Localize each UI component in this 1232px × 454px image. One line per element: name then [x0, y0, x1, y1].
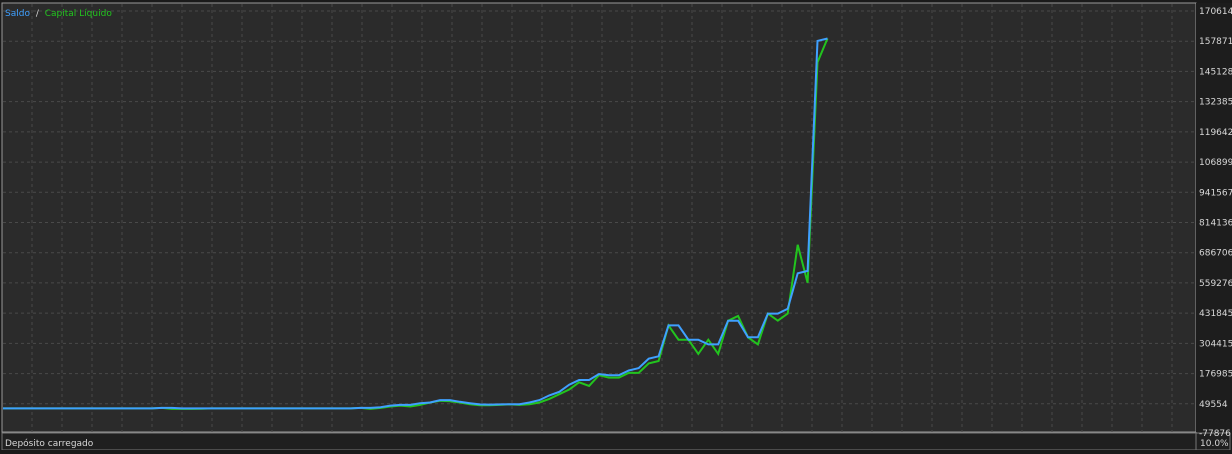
y-tick-label: 814136: [1199, 219, 1232, 229]
y-tick-label: 1196427: [1199, 128, 1232, 138]
legend-capital-liquido: Capital Líquido: [45, 9, 113, 19]
status-text: Depósito carregado: [5, 438, 94, 449]
y-tick-label: 1323858: [1199, 98, 1232, 108]
y-tick-label: 1068997: [1199, 158, 1232, 168]
y-tick-label: 1706149: [1199, 7, 1232, 17]
status-bar: [1, 432, 1231, 451]
y-axis-labels: 1706149 1578718 1451288 1323858 1196427 10689…: [1199, 7, 1232, 439]
legend-saldo: Saldo: [5, 9, 30, 19]
y-tick-label: 941567: [1199, 188, 1232, 198]
legend-separator: /: [36, 9, 40, 19]
y-tick-label: -77876: [1199, 429, 1231, 439]
y-tick-label: 1451288: [1199, 67, 1232, 77]
chart-svg: 1706149 1578718 1451288 1323858 1196427 10689…: [1, 2, 1232, 451]
y-tick-label: 431845: [1199, 309, 1232, 319]
equity-chart: 1706149 1578718 1451288 1323858 1196427 10689…: [0, 0, 1232, 451]
status-percent: 10.0%: [1200, 439, 1229, 449]
y-tick-label: 686706: [1199, 249, 1232, 259]
plot-area: [1, 2, 1197, 433]
y-tick-label: 1578718: [1199, 37, 1232, 47]
y-tick-label: 176985: [1199, 370, 1232, 380]
legend: Saldo / Capital Líquido: [5, 9, 112, 19]
y-tick-label: 49554: [1199, 400, 1228, 410]
y-tick-label: 304415: [1199, 339, 1232, 349]
y-tick-label: 559276: [1199, 279, 1232, 289]
